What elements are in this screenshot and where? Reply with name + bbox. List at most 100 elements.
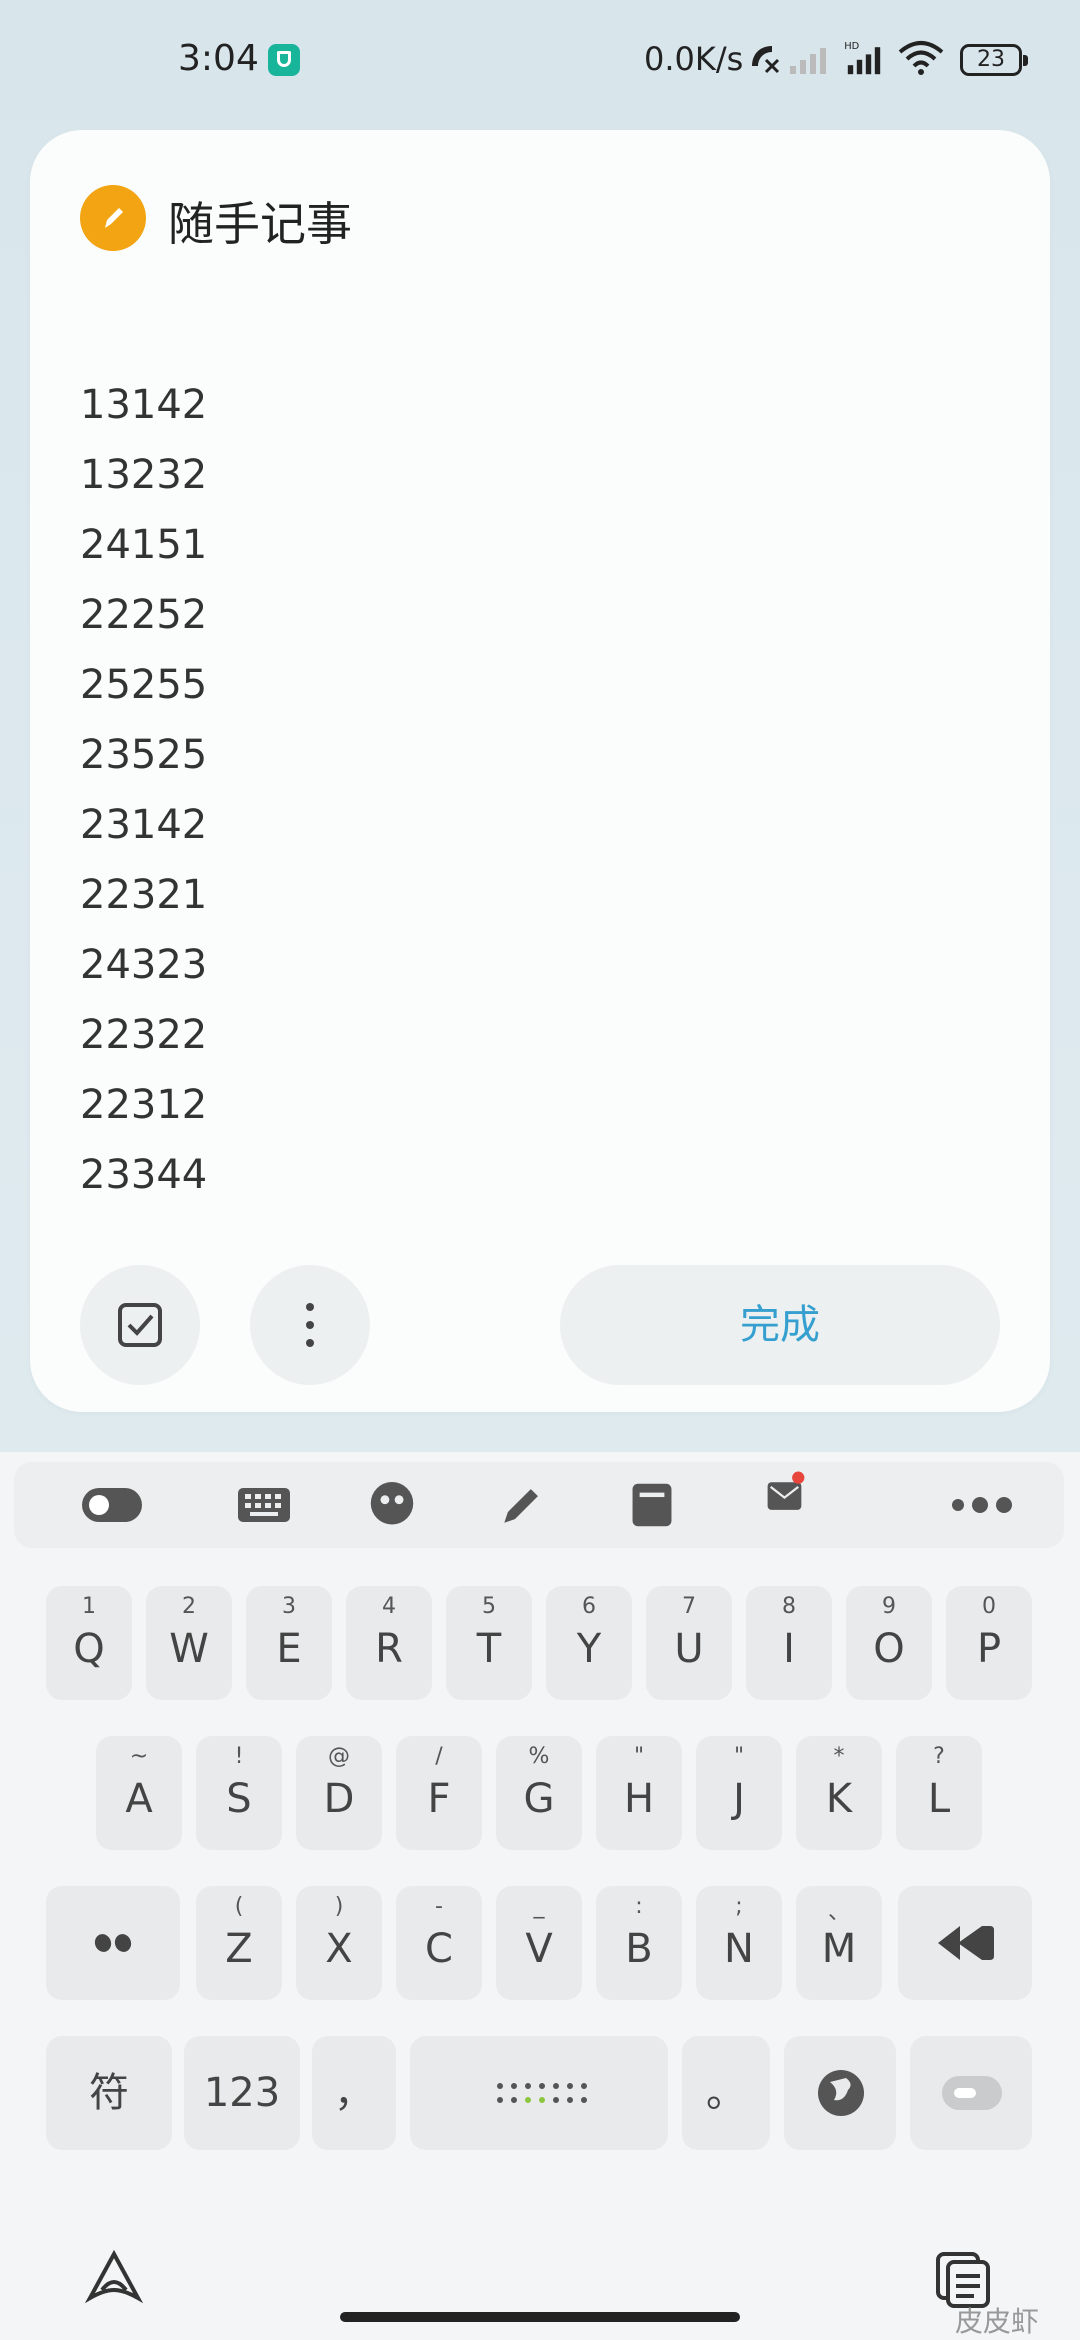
key-label: G bbox=[523, 1776, 555, 1822]
key-l[interactable]: ? L bbox=[896, 1736, 982, 1850]
note-line: 13142 bbox=[80, 382, 208, 428]
key-label: D bbox=[323, 1776, 355, 1822]
key-sub-label: 2 bbox=[182, 1594, 196, 1619]
home-indicator[interactable] bbox=[340, 2312, 740, 2322]
key-sub-label: : bbox=[635, 1894, 643, 1919]
note-line: 13232 bbox=[80, 452, 208, 498]
signal-weak-icon bbox=[790, 48, 826, 74]
done-button[interactable]: 完成 bbox=[560, 1265, 1000, 1385]
keyboard-icon[interactable] bbox=[236, 1482, 292, 1528]
key-m[interactable]: 、 M bbox=[796, 1886, 882, 2000]
key-u[interactable]: 7U bbox=[646, 1586, 732, 1700]
key-y[interactable]: 6Y bbox=[546, 1586, 632, 1700]
shield-icon bbox=[268, 44, 300, 76]
dots-icon bbox=[94, 1934, 132, 1952]
checklist-button[interactable] bbox=[80, 1265, 200, 1385]
key-j[interactable]: " J bbox=[696, 1736, 782, 1850]
key-sub-label: ) bbox=[334, 1894, 344, 1919]
key-sub-label: " bbox=[733, 1744, 745, 1769]
key-sub-label: ( bbox=[234, 1894, 244, 1919]
key-sub-label: % bbox=[528, 1744, 550, 1769]
key-label: A bbox=[125, 1776, 153, 1822]
note-line: 22312 bbox=[80, 1082, 208, 1128]
handwriting-icon[interactable] bbox=[496, 1482, 548, 1528]
clipboard-icon[interactable] bbox=[628, 1482, 676, 1528]
network-speed: 0.0K/s bbox=[644, 40, 744, 78]
key-o[interactable]: 9O bbox=[846, 1586, 932, 1700]
note-line: 24323 bbox=[80, 942, 208, 988]
key-label: R bbox=[375, 1626, 403, 1672]
backspace-key[interactable] bbox=[898, 1886, 1032, 2000]
note-card: 随手记事 13142 13232 24151 22252 25255 23525… bbox=[30, 130, 1050, 1412]
key-label: H bbox=[623, 1776, 655, 1822]
call-off-icon bbox=[752, 46, 780, 74]
note-body[interactable]: 13142 13232 24151 22252 25255 23525 2314… bbox=[80, 370, 207, 1210]
key-k[interactable]: * K bbox=[796, 1736, 882, 1850]
key-sub-label: 9 bbox=[882, 1594, 896, 1619]
key-sub-label: _ bbox=[533, 1894, 545, 1919]
key-n[interactable]: ; N bbox=[696, 1886, 782, 2000]
period-key[interactable]: 。 bbox=[682, 2036, 770, 2150]
key-sub-label: / bbox=[435, 1744, 443, 1769]
note-line: 22321 bbox=[80, 872, 208, 918]
space-dots-icon bbox=[497, 2083, 587, 2103]
note-title: 随手记事 bbox=[168, 197, 352, 251]
assistant-icon[interactable] bbox=[84, 2250, 144, 2306]
key-label: 。 bbox=[706, 2070, 746, 2116]
emoji-icon[interactable] bbox=[366, 1482, 418, 1528]
key-sub-label: ? bbox=[933, 1744, 945, 1769]
key-f[interactable]: / F bbox=[396, 1736, 482, 1850]
key-r[interactable]: 4R bbox=[346, 1586, 432, 1700]
key-label: X bbox=[325, 1926, 353, 1972]
keyboard-toolbar bbox=[14, 1462, 1064, 1548]
key-sub-label: - bbox=[435, 1894, 443, 1919]
key-sub-label: ~ bbox=[129, 1744, 149, 1769]
key-label: Q bbox=[73, 1626, 105, 1672]
key-sub-label: 4 bbox=[382, 1594, 396, 1619]
key-c[interactable]: -C bbox=[396, 1886, 482, 2000]
key-sub-label: * bbox=[833, 1744, 845, 1769]
key-g[interactable]: % G bbox=[496, 1736, 582, 1850]
key-z[interactable]: (Z bbox=[196, 1886, 282, 2000]
more-icon[interactable] bbox=[948, 1482, 1018, 1528]
key-d[interactable]: @ D bbox=[296, 1736, 382, 1850]
key-v[interactable]: _ V bbox=[496, 1886, 582, 2000]
more-options-button[interactable] bbox=[250, 1265, 370, 1385]
key-sub-label: 3 bbox=[282, 1594, 296, 1619]
key-s[interactable]: ! S bbox=[196, 1736, 282, 1850]
note-line: 22252 bbox=[80, 592, 208, 638]
key-label: S bbox=[226, 1776, 252, 1822]
comma-key[interactable]: ， bbox=[312, 2036, 396, 2150]
key-w[interactable]: 2W bbox=[146, 1586, 232, 1700]
key-label: E bbox=[276, 1626, 302, 1672]
key-label: V bbox=[525, 1926, 553, 1972]
watermark: 皮皮虾 bbox=[955, 2305, 1040, 2338]
key-x[interactable]: ) X bbox=[296, 1886, 382, 2000]
key-e[interactable]: 3E bbox=[246, 1586, 332, 1700]
key-label: I bbox=[783, 1626, 795, 1672]
toggle-key[interactable] bbox=[910, 2036, 1032, 2150]
number-key[interactable]: 123 bbox=[184, 2036, 300, 2150]
space-key[interactable] bbox=[410, 2036, 668, 2150]
key-p[interactable]: 0P bbox=[946, 1586, 1032, 1700]
key-label: B bbox=[625, 1926, 653, 1972]
key-sub-label: @ bbox=[328, 1744, 350, 1769]
key-i[interactable]: 8I bbox=[746, 1586, 832, 1700]
key-label: Y bbox=[576, 1626, 602, 1672]
key-q[interactable]: 1Q bbox=[46, 1586, 132, 1700]
key-label: N bbox=[724, 1926, 754, 1972]
status-time: 3:04 bbox=[178, 38, 259, 79]
symbol-key[interactable]: 符 bbox=[46, 2036, 172, 2150]
toggle-icon[interactable] bbox=[80, 1482, 144, 1528]
key-label: W bbox=[169, 1626, 209, 1672]
key-label: O bbox=[873, 1626, 905, 1672]
backspace-icon bbox=[938, 1926, 994, 1960]
key-t[interactable]: 5T bbox=[446, 1586, 532, 1700]
key-b[interactable]: :B bbox=[596, 1886, 682, 2000]
note-line: 23344 bbox=[80, 1152, 208, 1198]
mail-icon[interactable] bbox=[758, 1470, 814, 1516]
key-h[interactable]: " H bbox=[596, 1736, 682, 1850]
language-key[interactable] bbox=[784, 2036, 896, 2150]
key-a[interactable]: ~ A bbox=[96, 1736, 182, 1850]
split-keyboard-key[interactable] bbox=[46, 1886, 180, 2000]
